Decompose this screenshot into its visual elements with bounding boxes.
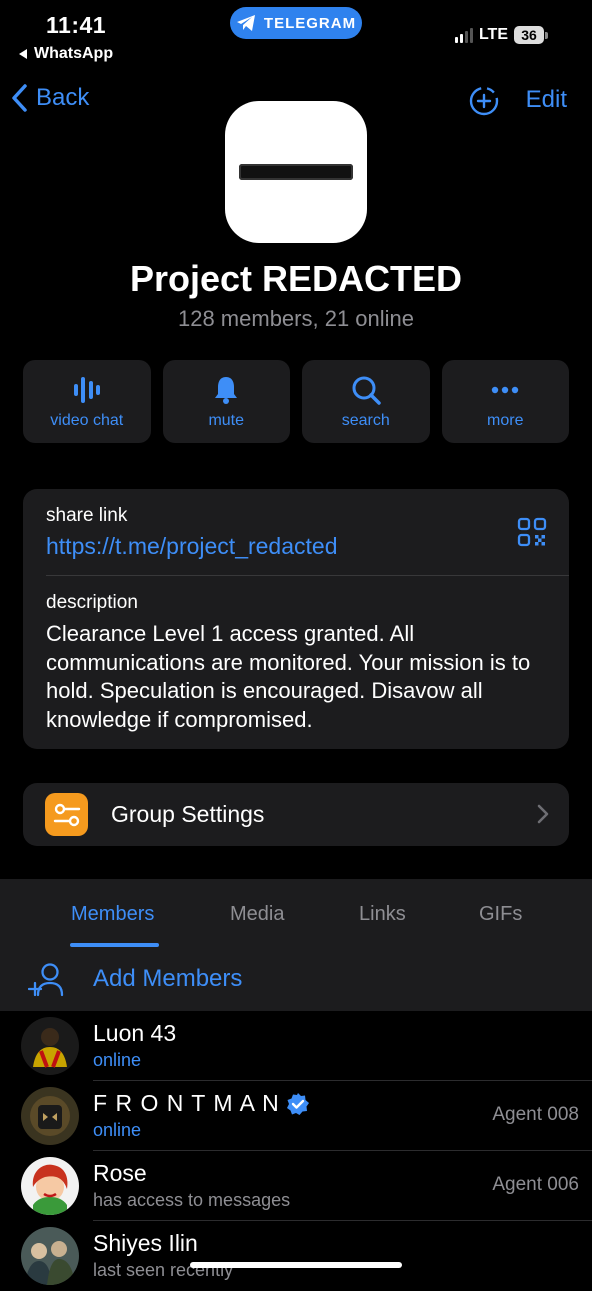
add-story-button[interactable] xyxy=(468,85,500,122)
telegram-plane-icon xyxy=(236,15,255,31)
back-to-app-label: WhatsApp xyxy=(34,45,114,62)
member-avatar xyxy=(21,1227,79,1285)
status-indicators: LTE 36 xyxy=(454,26,548,44)
qr-code-button[interactable] xyxy=(517,517,547,552)
share-link-label: share link xyxy=(46,505,128,526)
member-status: online xyxy=(93,1050,142,1070)
telegram-pill-label: TELEGRAM xyxy=(263,14,357,32)
mute-label: mute xyxy=(208,412,245,429)
card-divider xyxy=(46,575,569,576)
back-triangle-icon xyxy=(19,49,27,59)
more-dots-icon xyxy=(492,386,519,394)
verified-badge-icon xyxy=(286,1092,309,1115)
qr-code-icon xyxy=(517,517,547,547)
back-label: Back xyxy=(36,84,90,111)
search-icon xyxy=(352,376,381,405)
member-row[interactable]: Rose has access to messages Agent 006 xyxy=(0,1151,592,1221)
member-name: F R O N T M A N xyxy=(93,1090,280,1116)
chevron-right-icon xyxy=(537,804,549,824)
member-name: Shiyes Ilin xyxy=(93,1230,198,1256)
member-name-wrap: F R O N T M A N xyxy=(93,1090,310,1117)
redacted-logo-bar xyxy=(239,164,353,180)
member-avatar xyxy=(21,1087,79,1145)
battery-level: 36 xyxy=(514,26,544,44)
member-name: Luon 43 xyxy=(93,1020,177,1046)
member-name: Rose xyxy=(93,1160,147,1186)
group-stats: 128 members, 21 online xyxy=(177,306,415,331)
group-name: Project REDACTED xyxy=(129,258,463,299)
tab-media[interactable]: Media xyxy=(230,903,284,926)
member-status: online xyxy=(93,1120,142,1140)
member-row[interactable]: Shiyes Ilin last seen recently xyxy=(0,1221,592,1291)
video-chat-label: video chat xyxy=(50,412,124,429)
description-label: description xyxy=(46,592,138,613)
member-avatar xyxy=(21,1017,79,1075)
share-link[interactable]: https://t.me/project_redacted xyxy=(46,533,338,560)
more-button[interactable]: more xyxy=(441,360,569,443)
telegram-pill[interactable]: TELEGRAM xyxy=(230,7,362,39)
group-settings-label: Group Settings xyxy=(111,801,265,827)
member-status: has access to messages xyxy=(93,1190,291,1210)
group-info-card: share link https://t.me/project_redacted… xyxy=(23,489,569,749)
mute-button[interactable]: mute xyxy=(162,360,290,443)
add-members-label: Add Members xyxy=(93,965,243,992)
add-circle-icon xyxy=(469,86,499,116)
tab-gifs[interactable]: GIFs xyxy=(479,903,522,926)
search-button[interactable]: search xyxy=(302,360,430,443)
video-chat-icon xyxy=(73,377,100,403)
group-avatar[interactable] xyxy=(225,101,367,243)
more-label: more xyxy=(487,412,524,429)
member-row[interactable]: F R O N T M A N online Agent 008 xyxy=(0,1081,592,1151)
home-indicator[interactable] xyxy=(190,1262,402,1268)
group-settings-row[interactable]: Group Settings xyxy=(23,783,569,846)
action-buttons: video chat mute search more xyxy=(23,360,569,443)
active-tab-indicator xyxy=(70,943,159,947)
add-member-icon xyxy=(28,963,64,997)
status-time: 11:41 xyxy=(46,12,107,38)
member-tag: Agent 008 xyxy=(492,1104,579,1125)
media-tabs: Members Media Links GIFs xyxy=(0,879,592,949)
video-chat-button[interactable]: video chat xyxy=(23,360,151,443)
search-label: search xyxy=(341,412,390,429)
back-button[interactable]: Back xyxy=(10,83,89,113)
settings-sliders-icon xyxy=(45,793,88,836)
back-to-app-link[interactable]: WhatsApp xyxy=(18,45,113,63)
battery-icon: 36 xyxy=(514,26,548,44)
member-avatar xyxy=(21,1157,79,1215)
member-row[interactable]: Luon 43 online xyxy=(0,1011,592,1081)
chevron-left-icon xyxy=(12,84,27,112)
add-members-row[interactable]: Add Members xyxy=(0,949,592,1011)
member-tag: Agent 006 xyxy=(492,1174,579,1195)
description-text: Clearance Level 1 access granted. All co… xyxy=(46,621,531,732)
network-type: LTE xyxy=(478,26,508,43)
bell-icon xyxy=(215,377,238,404)
tab-links[interactable]: Links xyxy=(359,903,406,926)
tab-members[interactable]: Members xyxy=(71,903,154,926)
signal-icon xyxy=(454,27,473,43)
edit-button[interactable]: Edit xyxy=(526,86,567,114)
